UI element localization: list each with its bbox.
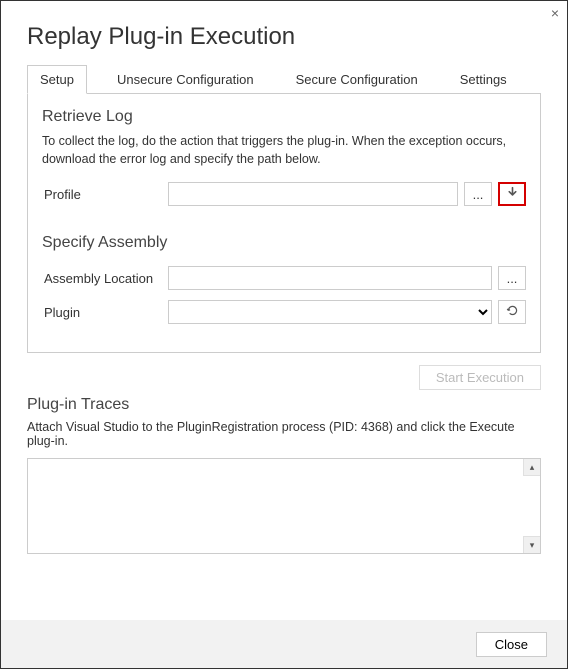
close-icon[interactable]: × [551, 5, 559, 21]
assembly-location-label: Assembly Location [42, 271, 162, 286]
tab-setup[interactable]: Setup [27, 65, 87, 94]
profile-label: Profile [42, 187, 162, 202]
refresh-button[interactable] [498, 300, 526, 324]
dialog-title: Replay Plug-in Execution [1, 1, 567, 65]
assembly-browse-button[interactable]: ... [498, 266, 526, 290]
retrieve-log-description: To collect the log, do the action that t… [42, 132, 526, 168]
scroll-up-button[interactable]: ▴ [523, 459, 540, 476]
profile-browse-button[interactable]: ... [464, 182, 492, 206]
profile-input[interactable] [168, 182, 458, 206]
close-button[interactable]: Close [476, 632, 547, 657]
dialog-footer: Close [1, 620, 567, 668]
refresh-icon [506, 304, 519, 320]
setup-panel: Retrieve Log To collect the log, do the … [27, 94, 541, 353]
specify-assembly-heading: Specify Assembly [42, 234, 526, 252]
start-execution-button[interactable]: Start Execution [419, 365, 541, 390]
download-arrow-icon [506, 186, 519, 202]
tab-secure-configuration[interactable]: Secure Configuration [284, 66, 430, 93]
tab-settings[interactable]: Settings [448, 66, 519, 93]
scroll-down-button[interactable]: ▾ [523, 536, 540, 553]
assembly-location-input[interactable] [168, 266, 492, 290]
plugin-label: Plugin [42, 305, 162, 320]
tab-unsecure-configuration[interactable]: Unsecure Configuration [105, 66, 266, 93]
tab-bar: Setup Unsecure Configuration Secure Conf… [27, 65, 541, 94]
plugin-select[interactable] [168, 300, 492, 324]
download-button[interactable] [498, 182, 526, 206]
retrieve-log-heading: Retrieve Log [42, 108, 526, 126]
plugin-traces-heading: Plug-in Traces [27, 396, 541, 414]
plugin-traces-description: Attach Visual Studio to the PluginRegist… [27, 420, 541, 448]
plugin-traces-output[interactable]: ▴ ▾ [27, 458, 541, 554]
